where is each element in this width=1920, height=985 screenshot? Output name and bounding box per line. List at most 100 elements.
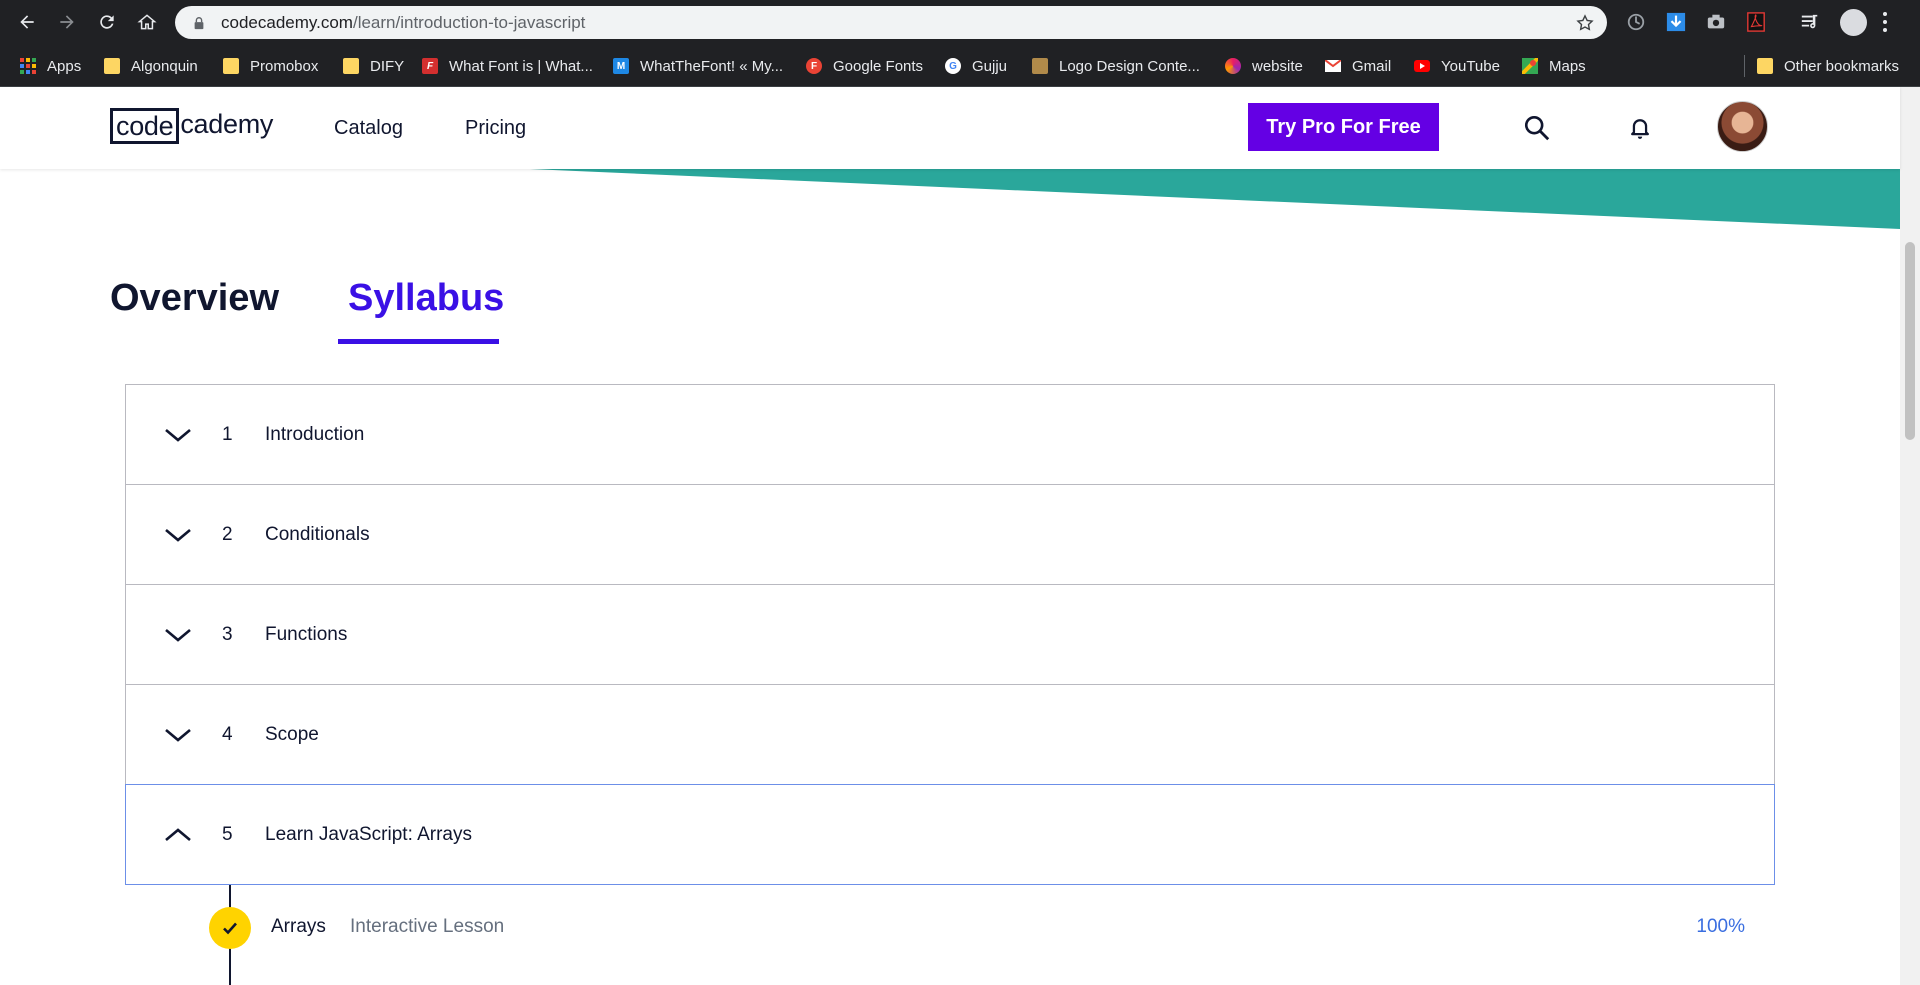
logo-rest: cademy — [180, 109, 274, 139]
bookmark-label: Gujju — [972, 57, 1008, 75]
bookmark-label: Logo Design Conte... — [1059, 57, 1200, 75]
logo-design-icon — [1032, 58, 1048, 74]
folder-icon — [343, 58, 359, 74]
chevron-down-icon — [165, 629, 191, 642]
url-path: /learn/introduction-to-javascript — [352, 12, 586, 32]
folder-icon — [104, 58, 120, 74]
bookmark-star-icon[interactable] — [1575, 13, 1595, 33]
tab-overview[interactable]: Overview — [110, 277, 279, 320]
try-pro-button[interactable]: Try Pro For Free — [1248, 103, 1439, 151]
lesson-progress: 100% — [1696, 916, 1745, 937]
module-number: 5 — [222, 823, 233, 845]
tab-active-indicator — [338, 339, 499, 344]
chevron-down-icon — [165, 429, 191, 442]
nav-catalog[interactable]: Catalog — [334, 117, 403, 140]
bookmark-label: DIFY — [370, 57, 405, 75]
bookmark-gmail[interactable]: Gmail — [1325, 45, 1391, 87]
module-functions[interactable]: 3 Functions — [125, 584, 1775, 685]
page-scrollbar[interactable] — [1900, 87, 1920, 985]
avatar[interactable] — [1717, 101, 1768, 152]
module-arrays[interactable]: 5 Learn JavaScript: Arrays — [125, 784, 1775, 885]
address-bar[interactable]: codecademy.com/learn/introduction-to-jav… — [175, 6, 1607, 39]
camera-extension-icon[interactable] — [1705, 11, 1727, 33]
browser-profile-icon[interactable] — [1840, 9, 1867, 36]
bookmark-label: Algonquin — [131, 57, 198, 75]
chevron-up-icon — [165, 828, 191, 841]
lesson-title[interactable]: Arrays — [271, 916, 326, 938]
module-number: 2 — [222, 523, 233, 545]
download-extension-icon[interactable] — [1665, 11, 1687, 33]
maps-icon — [1522, 58, 1538, 74]
module-conditionals[interactable]: 2 Conditionals — [125, 484, 1775, 585]
bookmark-label: Promobox — [250, 57, 319, 75]
bookmark-promobox[interactable]: Promobox — [223, 45, 318, 87]
website-icon — [1225, 58, 1241, 74]
site-header: code cademy Catalog Pricing Try Pro For F… — [0, 87, 1900, 169]
module-number: 1 — [222, 423, 233, 445]
home-icon[interactable] — [133, 8, 161, 36]
google-fonts-icon: F — [806, 58, 822, 74]
module-number: 3 — [222, 623, 233, 645]
decorative-teal-banner — [530, 169, 1900, 229]
codecademy-logo[interactable]: code cademy — [110, 107, 273, 145]
chevron-down-icon — [165, 529, 191, 542]
sync-extension-icon[interactable] — [1625, 11, 1647, 33]
bookmark-other[interactable]: Other bookmarks — [1757, 45, 1899, 87]
bookmark-apps[interactable]: Apps — [20, 45, 81, 87]
apps-grid-icon — [20, 58, 36, 74]
bookmark-label: WhatTheFont! « My... — [640, 57, 784, 75]
module-title: Functions — [265, 623, 348, 645]
bookmarks-divider — [1744, 55, 1745, 77]
url-host: codecademy.com — [221, 12, 353, 32]
module-number: 4 — [222, 723, 233, 745]
module-title: Learn JavaScript: Arrays — [265, 823, 472, 845]
back-icon[interactable] — [13, 8, 41, 36]
module-introduction[interactable]: 1 Introduction — [125, 384, 1775, 485]
pdf-extension-icon[interactable] — [1745, 11, 1767, 33]
tab-syllabus[interactable]: Syllabus — [348, 277, 504, 320]
bookmark-maps[interactable]: Maps — [1522, 45, 1586, 87]
gmail-icon — [1325, 58, 1341, 74]
lock-icon — [191, 15, 207, 31]
bookmark-label: Gmail — [1352, 57, 1392, 75]
bookmark-label: Google Fonts — [833, 57, 924, 75]
bookmark-algonquin[interactable]: Algonquin — [104, 45, 198, 87]
bookmark-youtube[interactable]: YouTube — [1414, 45, 1500, 87]
url-text: codecademy.com/learn/introduction-to-jav… — [221, 13, 585, 33]
bookmark-gujju[interactable]: G Gujju — [945, 45, 1007, 87]
reload-icon[interactable] — [93, 8, 121, 36]
lesson-row-arrays[interactable]: Arrays Interactive Lesson 100% — [125, 885, 1775, 985]
forward-icon[interactable] — [53, 8, 81, 36]
bookmark-whatfontis[interactable]: F What Font is | What... — [422, 45, 593, 87]
module-title: Introduction — [265, 423, 365, 445]
browser-toolbar: codecademy.com/learn/introduction-to-jav… — [0, 0, 1920, 45]
chevron-down-icon — [165, 729, 191, 742]
logo-code: code — [110, 108, 180, 144]
nav-pricing[interactable]: Pricing — [465, 117, 526, 140]
module-title: Scope — [265, 723, 319, 745]
bookmark-logo-design[interactable]: Logo Design Conte... — [1032, 45, 1200, 87]
folder-icon — [1757, 58, 1773, 74]
syllabus-list: 1 Introduction 2 Conditionals 3 Function… — [125, 384, 1775, 985]
module-scope[interactable]: 4 Scope — [125, 684, 1775, 785]
google-icon: G — [945, 58, 961, 74]
search-icon[interactable] — [1522, 113, 1552, 143]
bookmark-website[interactable]: website — [1225, 45, 1303, 87]
youtube-icon — [1414, 58, 1430, 74]
folder-icon — [223, 58, 239, 74]
bookmark-label: YouTube — [1441, 57, 1500, 75]
bell-icon[interactable] — [1625, 113, 1655, 143]
bookmark-dify[interactable]: DIFY — [343, 45, 404, 87]
scrollbar-thumb[interactable] — [1905, 242, 1915, 440]
whatthefont-icon: M — [613, 58, 629, 74]
reading-list-icon[interactable] — [1799, 11, 1821, 33]
browser-menu-icon[interactable] — [1882, 12, 1888, 32]
bookmarks-bar: Apps Algonquin Promobox DIFY F What Font… — [0, 45, 1920, 87]
whatfontis-icon: F — [422, 58, 438, 74]
bookmark-whatthefont[interactable]: M WhatTheFont! « My... — [613, 45, 783, 87]
bookmark-google-fonts[interactable]: F Google Fonts — [806, 45, 923, 87]
bookmark-label: What Font is | What... — [449, 57, 593, 75]
bookmark-label: Maps — [1549, 57, 1586, 75]
completed-check-icon — [209, 907, 251, 949]
bookmark-label: website — [1252, 57, 1303, 75]
